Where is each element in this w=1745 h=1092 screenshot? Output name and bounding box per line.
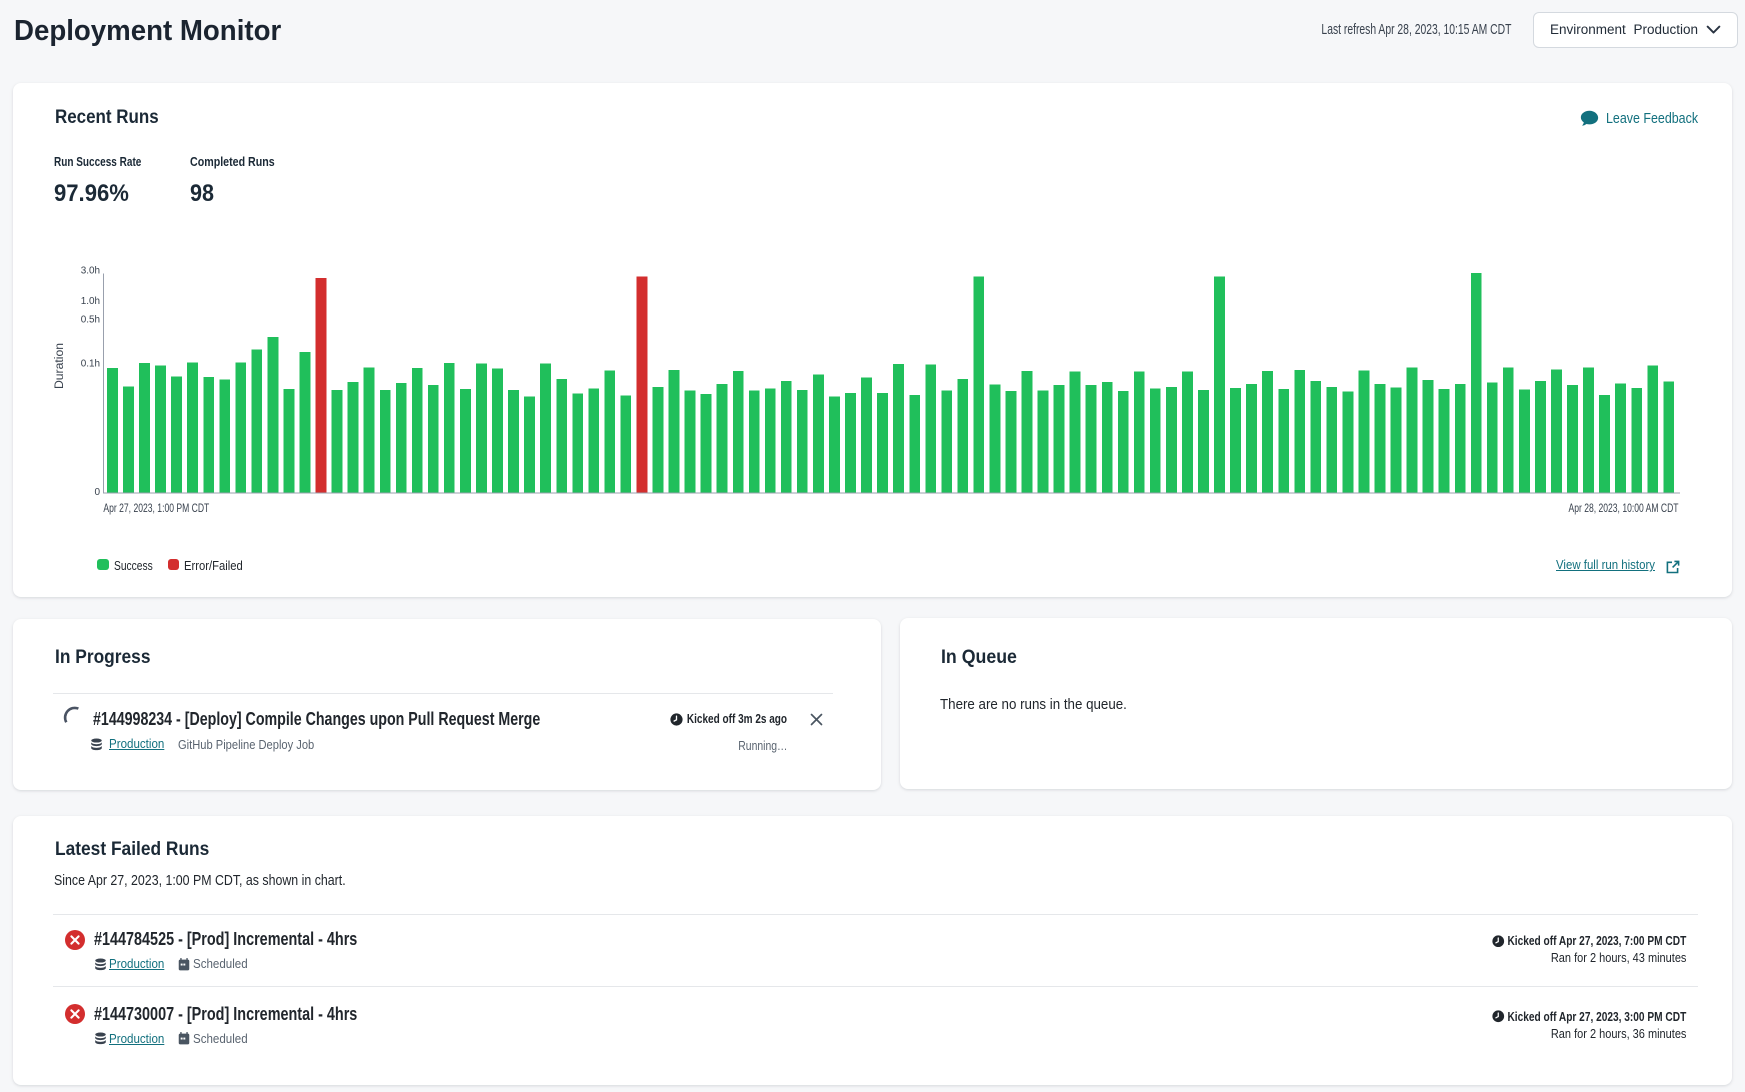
svg-text:1.0h: 1.0h [81,296,100,307]
svg-text:Apr 28, 2023, 10:00 AM CDT: Apr 28, 2023, 10:00 AM CDT [1569,501,1679,515]
svg-text:0.5h: 0.5h [81,315,100,326]
svg-text:Duration: Duration [54,343,66,389]
svg-text:3.0h: 3.0h [81,266,100,277]
svg-text:0.1h: 0.1h [81,359,100,370]
svg-text:0: 0 [94,487,100,498]
svg-text:Apr 27, 2023, 1:00 PM CDT: Apr 27, 2023, 1:00 PM CDT [103,501,209,515]
